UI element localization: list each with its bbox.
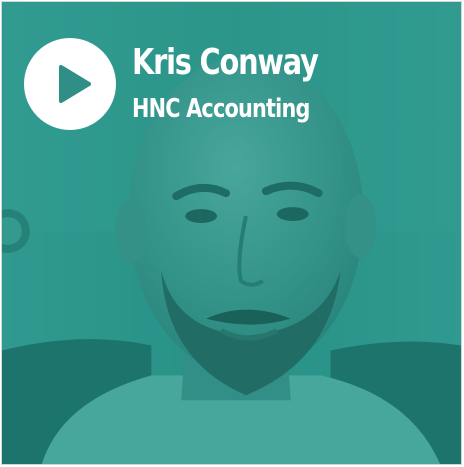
speaker-name: Kris Conway (132, 42, 319, 83)
video-thumbnail[interactable]: Kris Conway HNC Accounting (1, 1, 462, 465)
play-button[interactable] (24, 38, 116, 130)
play-icon (59, 65, 91, 103)
course-name: HNC Accounting (132, 94, 310, 124)
video-caption: Kris Conway HNC Accounting (132, 40, 364, 126)
